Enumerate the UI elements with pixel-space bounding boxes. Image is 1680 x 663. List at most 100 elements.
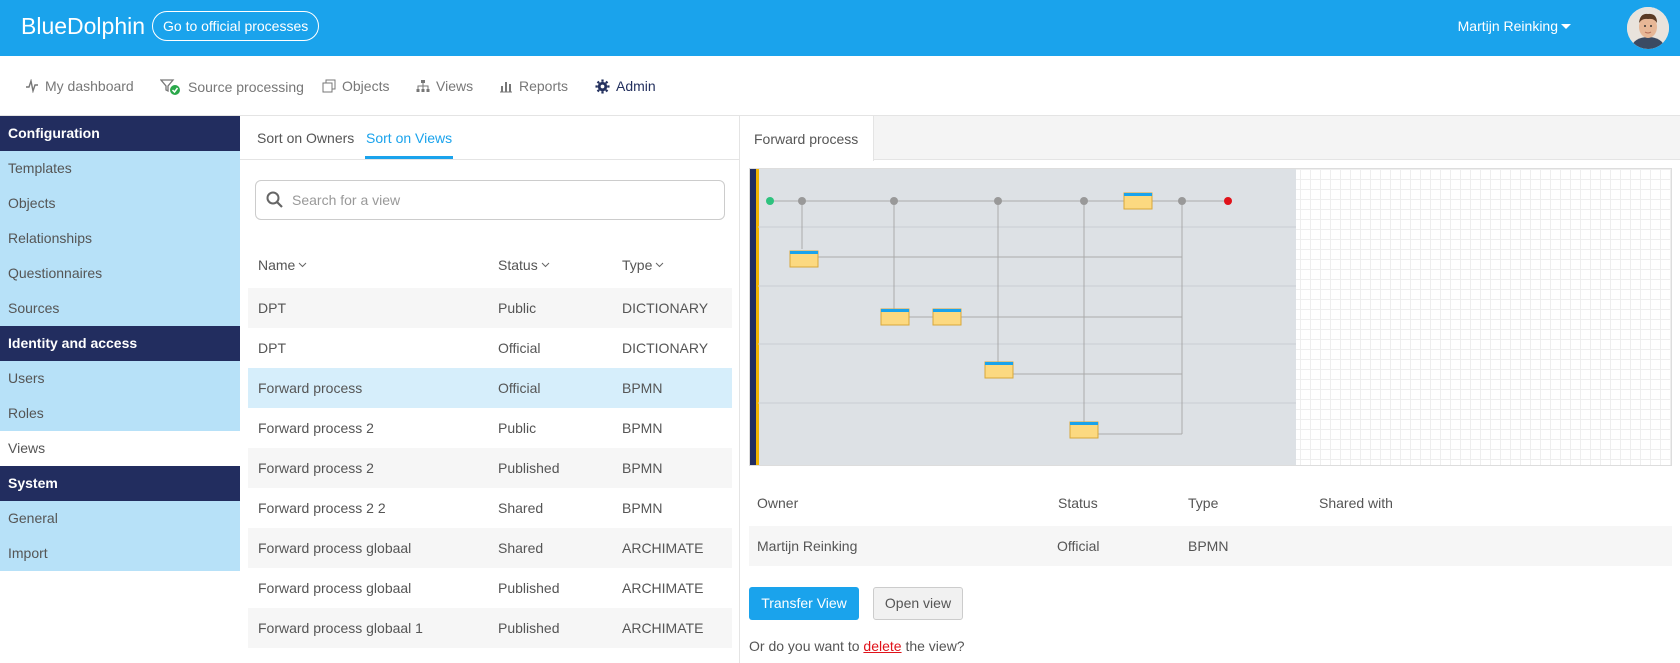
nav-my-dashboard[interactable]: My dashboard [25, 78, 134, 94]
row-name: Forward process 2 [258, 420, 374, 436]
nav-label: Objects [342, 78, 390, 94]
row-name: DPT [258, 300, 286, 316]
table-row[interactable]: Forward process 2 Public BPMN [248, 408, 732, 448]
column-name-header[interactable]: Name [258, 257, 307, 273]
column-name-label: Name [258, 257, 296, 273]
row-name: Forward process 2 2 [258, 500, 386, 516]
type-value: BPMN [1188, 538, 1229, 554]
row-type: ARCHIMATE [622, 540, 704, 556]
row-name: Forward process globaal 1 [258, 620, 423, 636]
table-row[interactable]: Forward process globaal Shared ARCHIMATE [248, 528, 732, 568]
sidebar-item-questionnaires[interactable]: Questionnaires [0, 256, 240, 291]
chevron-down-icon [299, 262, 307, 268]
chevron-down-icon[interactable] [1561, 24, 1571, 29]
chevron-down-icon [656, 262, 664, 268]
nav-label: Views [436, 78, 474, 94]
sidebar-item-templates[interactable]: Templates [0, 151, 240, 186]
row-status: Official [498, 380, 541, 396]
sidebar-item-sources[interactable]: Sources [0, 291, 240, 326]
table-row-selected[interactable]: Forward process Official BPMN [248, 368, 732, 408]
bar-chart-icon [500, 82, 512, 93]
row-status: Shared [498, 500, 544, 516]
table-row[interactable]: Forward process globaal 1 Published ARCHIM… [248, 608, 732, 648]
column-status-header[interactable]: Status [498, 257, 550, 273]
table-row[interactable]: Forward process 2 Published BPMN [248, 448, 732, 488]
sidebar-item-views[interactable]: Views [0, 431, 240, 466]
column-type-label: Type [622, 257, 653, 273]
user-menu[interactable]: Martijn Reinking [1458, 18, 1558, 34]
row-type: ARCHIMATE [622, 580, 704, 596]
nav-objects[interactable]: Objects [322, 78, 389, 94]
search-icon [266, 191, 283, 208]
delete-suffix: the view? [905, 638, 965, 654]
sidebar-heading-identity: Identity and access [0, 326, 240, 361]
filter-check-icon [160, 79, 180, 95]
sidebar-heading-system: System [0, 466, 240, 501]
row-type: DICTIONARY [622, 340, 709, 356]
row-type: DICTIONARY [622, 300, 709, 316]
row-name: DPT [258, 340, 286, 356]
views-table: DPT Public DICTIONARY DPT Official DICTIONAR… [248, 288, 732, 648]
sidebar-item-general[interactable]: General [0, 501, 240, 536]
views-list-panel: Sort on Owners Sort on Views Name Status… [240, 116, 740, 663]
row-name: Forward process [258, 380, 363, 396]
nav-label: Reports [519, 78, 569, 94]
list-header: Name Status Type [248, 249, 732, 279]
row-status: Published [498, 620, 560, 636]
nav-label: Admin [616, 78, 656, 94]
row-name: Forward process 2 [258, 460, 374, 476]
diagram-canvas [750, 169, 1296, 465]
avatar[interactable] [1627, 7, 1669, 49]
active-tab-indicator [365, 156, 453, 159]
gear-icon [595, 78, 610, 94]
nav-label: Source processing [188, 79, 304, 95]
nav-admin[interactable]: Admin [595, 78, 656, 94]
tab-forward-process[interactable]: Forward process [741, 116, 874, 161]
row-type: BPMN [622, 420, 663, 436]
transfer-view-button[interactable]: Transfer View [749, 587, 859, 620]
pulse-icon [26, 79, 38, 93]
sidebar-item-users[interactable]: Users [0, 361, 240, 396]
open-view-button[interactable]: Open view [873, 587, 963, 620]
shared-with-header: Shared with [1319, 495, 1393, 511]
table-row[interactable]: DPT Official DICTIONARY [248, 328, 732, 368]
row-type: ARCHIMATE [622, 620, 704, 636]
status-value: Official [1057, 538, 1100, 554]
hierarchy-icon [416, 80, 430, 92]
delete-link[interactable]: delete [863, 638, 901, 654]
nav-views[interactable]: Views [416, 78, 473, 94]
tab-sort-views[interactable]: Sort on Views [366, 130, 452, 146]
detail-tab-bar: Forward process [741, 116, 1680, 161]
bpmn-diagram-preview[interactable] [749, 168, 1672, 466]
sidebar-item-import[interactable]: Import [0, 536, 240, 571]
row-status: Public [498, 420, 537, 436]
row-status: Published [498, 460, 560, 476]
sidebar-item-relationships[interactable]: Relationships [0, 221, 240, 256]
row-status: Shared [498, 540, 544, 556]
tab-sort-owners[interactable]: Sort on Owners [257, 130, 354, 146]
nav-label: My dashboard [45, 78, 134, 94]
column-type-header[interactable]: Type [622, 257, 664, 273]
row-status: Public [498, 300, 537, 316]
sort-tabs: Sort on Owners Sort on Views [240, 116, 739, 160]
search-input[interactable] [292, 189, 712, 211]
type-header: Type [1188, 495, 1219, 511]
table-row[interactable]: DPT Public DICTIONARY [248, 288, 732, 328]
row-type: BPMN [622, 380, 663, 396]
brand-logo[interactable]: BlueDolphin [21, 13, 145, 40]
admin-sidebar: Configuration Templates Objects Relation… [0, 116, 240, 571]
row-type: BPMN [622, 460, 663, 476]
row-status: Published [498, 580, 560, 596]
table-row[interactable]: Forward process globaal Published ARCHIMAT… [248, 568, 732, 608]
top-bar: BlueDolphin Go to official processes Mar… [0, 0, 1680, 56]
objects-icon [322, 79, 336, 93]
sidebar-item-objects[interactable]: Objects [0, 186, 240, 221]
sidebar-item-roles[interactable]: Roles [0, 396, 240, 431]
row-name: Forward process globaal [258, 540, 412, 556]
row-name: Forward process globaal [258, 580, 412, 596]
official-processes-button[interactable]: Go to official processes [152, 11, 320, 41]
owner-header: Owner [757, 495, 799, 511]
table-row[interactable]: Forward process 2 2 Shared BPMN [248, 488, 732, 528]
nav-source-processing[interactable]: Source processing [160, 78, 304, 96]
nav-reports[interactable]: Reports [499, 78, 568, 94]
